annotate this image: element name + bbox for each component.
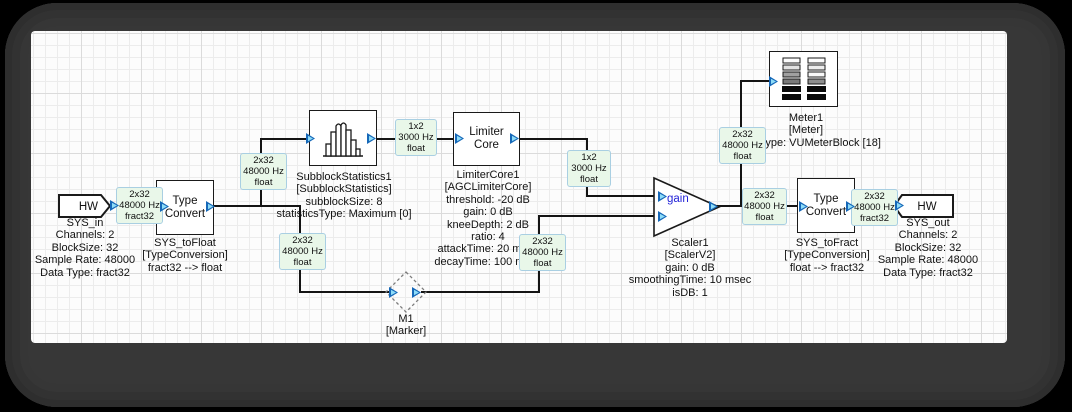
wire-segment[interactable] <box>421 291 540 293</box>
gain-pin-label: gain <box>667 193 689 205</box>
wire-label-limiter-out[interactable]: 1x2 3000 Hz float <box>567 150 611 187</box>
caption-sys-to-float: SYS_toFloat [TypeConversion] fract32 -->… <box>142 237 228 274</box>
caption-marker: M1 [Marker] <box>385 313 427 338</box>
wire-label-in-fract[interactable]: 2x32 48000 Hz fract32 <box>116 187 163 224</box>
hw-label: HW <box>79 201 98 213</box>
block-sys-in[interactable]: HW <box>58 194 112 218</box>
wire-label-to-marker[interactable]: 2x32 48000 Hz float <box>279 233 326 270</box>
hw-label: HW <box>917 201 936 213</box>
wire-label-scaler-out[interactable]: 2x32 48000 Hz float <box>742 188 787 225</box>
histogram-icon <box>323 122 363 157</box>
wire-segment[interactable] <box>586 195 660 197</box>
screenshot-stage: HW SYS_in Channels: 2 BlockSize: 32 Samp… <box>0 0 1072 412</box>
block-subblock-statistics[interactable] <box>309 110 377 166</box>
wire-label-marker-out[interactable]: 2x32 48000 Hz float <box>519 234 566 271</box>
wire-segment[interactable] <box>517 138 588 140</box>
caption-sys-out: SYS_out Channels: 2 BlockSize: 32 Sample… <box>877 217 979 279</box>
wire-segment[interactable] <box>299 291 390 293</box>
wire-label-to-stats[interactable]: 2x32 48000 Hz float <box>240 153 287 190</box>
vu-meter-icon <box>781 57 826 100</box>
wire-label-out-fract[interactable]: 2x32 48000 Hz fract32 <box>851 189 898 226</box>
wire-segment[interactable] <box>260 138 309 140</box>
wire-label-stats-out[interactable]: 1x2 3000 Hz float <box>395 119 437 156</box>
designer-canvas[interactable]: HW SYS_in Channels: 2 BlockSize: 32 Samp… <box>31 31 1007 343</box>
block-meter[interactable] <box>769 51 838 107</box>
wire-label-to-meter[interactable]: 2x32 48000 Hz float <box>719 127 766 164</box>
